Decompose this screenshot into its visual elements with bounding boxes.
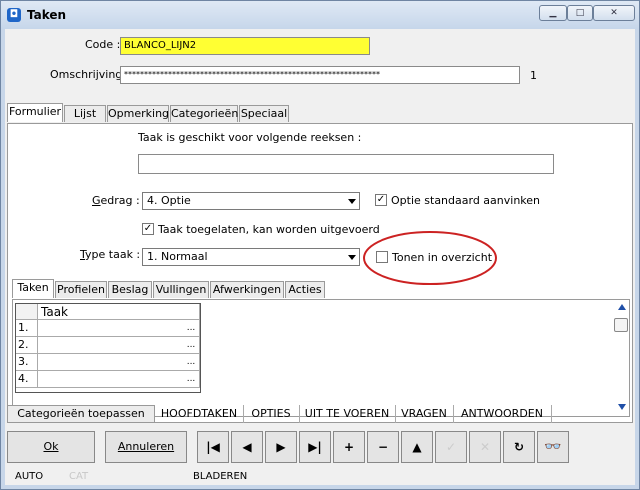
type-taak-value: 1. Normaal [147, 250, 208, 263]
vertical-scrollbar[interactable] [614, 304, 628, 412]
row-number: 4. [16, 371, 38, 388]
scroll-down-icon[interactable] [618, 404, 626, 410]
subtab-taken[interactable]: Taken [12, 279, 54, 298]
subtab-beslag[interactable]: Beslag [108, 281, 152, 298]
omschrijving-label: Omschrijving : [50, 68, 130, 81]
chevron-down-icon [348, 255, 356, 260]
category-vragen[interactable]: VRAGEN [399, 405, 449, 423]
main-tabs: Formulier Lijst Opmerking Categorieën Sp… [7, 103, 307, 123]
title-bar: ◘ Taken ▁ □ ✕ [1, 1, 639, 29]
first-record-icon[interactable]: |◀ [197, 431, 229, 463]
add-record-icon[interactable]: + [333, 431, 365, 463]
category-uit-te-voeren[interactable]: UIT TE VOEREN [303, 405, 391, 423]
refresh-icon[interactable]: ↻ [503, 431, 535, 463]
category-opties[interactable]: OPTIES [247, 405, 295, 423]
taak-toegelaten-label: Taak toegelaten, kan worden uitgevoerd [158, 223, 380, 236]
form-body: Code : BLANCO_LIJN2 Omschrijving : *****… [5, 29, 635, 485]
tab-categorieen[interactable]: Categorieën [170, 105, 238, 122]
omschrijving-field[interactable]: ****************************************… [120, 66, 520, 84]
subtab-profielen[interactable]: Profielen [55, 281, 107, 298]
ellipsis-button[interactable]: ... [184, 356, 198, 370]
sub-tabs: Taken Profielen Beslag Vullingen Afwerki… [12, 279, 332, 299]
code-label: Code : [85, 38, 121, 51]
next-record-icon[interactable]: ▶ [265, 431, 297, 463]
grid-header-taak: Taak [38, 304, 200, 320]
subtab-afwerkingen[interactable]: Afwerkingen [210, 281, 284, 298]
minimize-button[interactable]: ▁ [539, 5, 567, 21]
table-row[interactable] [38, 337, 200, 354]
categorieen-toepassen-button[interactable]: Categorieën toepassen [7, 405, 155, 423]
separator [395, 405, 396, 423]
gedrag-select[interactable]: 4. Optie [142, 192, 360, 210]
status-cat: CAT [69, 471, 89, 482]
separator [299, 405, 300, 423]
ellipsis-button[interactable]: ... [184, 339, 198, 353]
annuleren-button[interactable]: Annuleren [105, 431, 187, 463]
subtab-acties[interactable]: Acties [285, 281, 325, 298]
row-number: 2. [16, 337, 38, 354]
ok-label: Ok [43, 440, 59, 453]
type-taak-label: Type taak : [80, 248, 141, 261]
grid-corner [16, 304, 38, 320]
table-row[interactable] [38, 371, 200, 388]
optie-standaard-label: Optie standaard aanvinken [391, 194, 541, 207]
taken-grid: Taak 1. ... 2. ... 3. ... 4. ... [15, 303, 201, 393]
gedrag-value: 4. Optie [147, 194, 191, 207]
ellipsis-button[interactable]: ... [184, 322, 198, 336]
type-taak-select[interactable]: 1. Normaal [142, 248, 360, 266]
table-row[interactable] [38, 354, 200, 371]
formulier-panel: Taak is geschikt voor volgende reeksen :… [7, 123, 633, 423]
last-record-icon[interactable]: ▶| [299, 431, 331, 463]
separator [243, 405, 244, 423]
annuleren-label: Annuleren [117, 440, 175, 453]
taken-window: ◘ Taken ▁ □ ✕ Code : BLANCO_LIJN2 Omschr… [0, 0, 640, 490]
taken-subpanel: Taak 1. ... 2. ... 3. ... 4. ... [12, 299, 630, 417]
confirm-icon[interactable]: ✓ [435, 431, 467, 463]
table-row[interactable] [38, 320, 200, 337]
tab-lijst[interactable]: Lijst [64, 105, 106, 122]
app-icon: ◘ [7, 8, 21, 22]
separator [551, 405, 552, 423]
reeksen-label: Taak is geschikt voor volgende reeksen : [138, 131, 362, 144]
tab-formulier[interactable]: Formulier [7, 103, 63, 122]
category-hoofdtaken[interactable]: HOOFDTAKEN [159, 405, 239, 423]
maximize-button[interactable]: □ [567, 5, 593, 21]
window-title: Taken [27, 8, 67, 22]
row-number: 3. [16, 354, 38, 371]
chevron-down-icon [348, 199, 356, 204]
status-state: BLADEREN [193, 471, 248, 482]
annotation-circle [363, 231, 497, 285]
row-number: 1. [16, 320, 38, 337]
reeksen-field[interactable] [138, 154, 554, 174]
close-button[interactable]: ✕ [593, 5, 635, 21]
status-mode: AUTO [15, 471, 44, 482]
binoculars-search-icon[interactable]: 👓 [537, 431, 569, 463]
tab-speciaal[interactable]: Speciaal [239, 105, 289, 122]
subtab-vullingen[interactable]: Vullingen [153, 281, 209, 298]
cancel-icon[interactable]: ✕ [469, 431, 501, 463]
previous-record-icon[interactable]: ◀ [231, 431, 263, 463]
optie-standaard-checkbox[interactable]: ✓ [375, 194, 387, 206]
gedrag-label: Gedrag : [92, 194, 140, 207]
scroll-up-icon[interactable] [618, 304, 626, 310]
counter-label: 1 [530, 69, 537, 82]
ellipsis-button[interactable]: ... [184, 373, 198, 387]
ok-button[interactable]: Ok [7, 431, 95, 463]
code-field[interactable]: BLANCO_LIJN2 [120, 37, 370, 55]
separator [453, 405, 454, 423]
tab-opmerking[interactable]: Opmerking [107, 105, 169, 122]
delete-record-icon[interactable]: − [367, 431, 399, 463]
category-antwoorden[interactable]: ANTWOORDEN [457, 405, 547, 423]
taak-toegelaten-checkbox[interactable]: ✓ [142, 223, 154, 235]
scroll-thumb[interactable] [614, 318, 628, 332]
edit-up-icon[interactable]: ▲ [401, 431, 433, 463]
